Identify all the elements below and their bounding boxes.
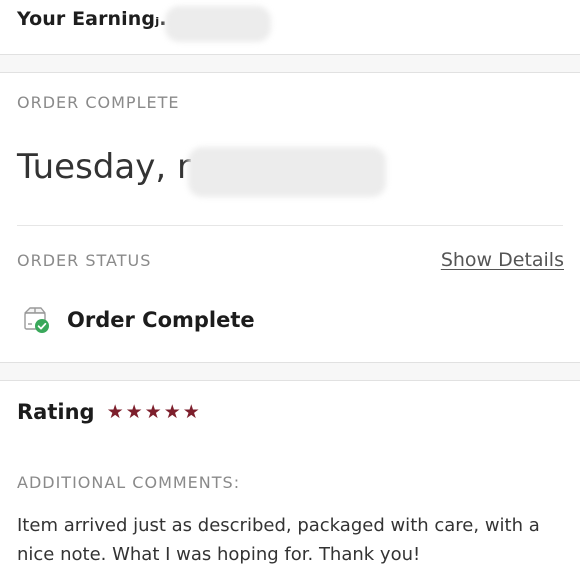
star-icon: ★ <box>106 400 124 423</box>
redacted-order-date <box>188 147 386 197</box>
review-section: Rating ★ ★ ★ ★ ★ ADDITIONAL COMMENTS: Item a… <box>0 381 580 578</box>
rating-row: Rating ★ ★ ★ ★ ★ <box>17 400 200 424</box>
star-rating: ★ ★ ★ ★ ★ <box>106 400 200 423</box>
star-icon: ★ <box>125 400 143 423</box>
comment-text: Item arrived just as described, packaged… <box>17 515 540 565</box>
rating-label: Rating <box>17 400 95 424</box>
show-details-link[interactable]: Show Details <box>441 249 564 271</box>
order-complete-caption: ORDER COMPLETE <box>17 93 180 112</box>
status-line: Order Complete <box>22 306 255 334</box>
check-badge <box>35 319 49 333</box>
additional-comments-caption: ADDITIONAL COMMENTS: <box>17 473 241 492</box>
order-status-section: ORDER STATUS Show Details Order Complete <box>0 226 580 362</box>
order-status-caption: ORDER STATUS <box>17 251 152 270</box>
section-separator <box>0 54 580 73</box>
earnings-row[interactable]: Your Earningⱼ. <box>0 0 580 54</box>
box-check-icon <box>22 306 50 334</box>
redacted-earnings-amount <box>165 6 271 42</box>
star-icon: ★ <box>163 400 181 423</box>
earnings-label: Your Earningⱼ. <box>17 8 167 30</box>
star-icon: ★ <box>182 400 200 423</box>
order-date: Tuesday, r <box>17 147 191 187</box>
status-text: Order Complete <box>67 308 255 332</box>
section-separator <box>0 362 580 381</box>
star-icon: ★ <box>144 400 162 423</box>
order-complete-section: ORDER COMPLETE Tuesday, r <box>0 73 580 226</box>
